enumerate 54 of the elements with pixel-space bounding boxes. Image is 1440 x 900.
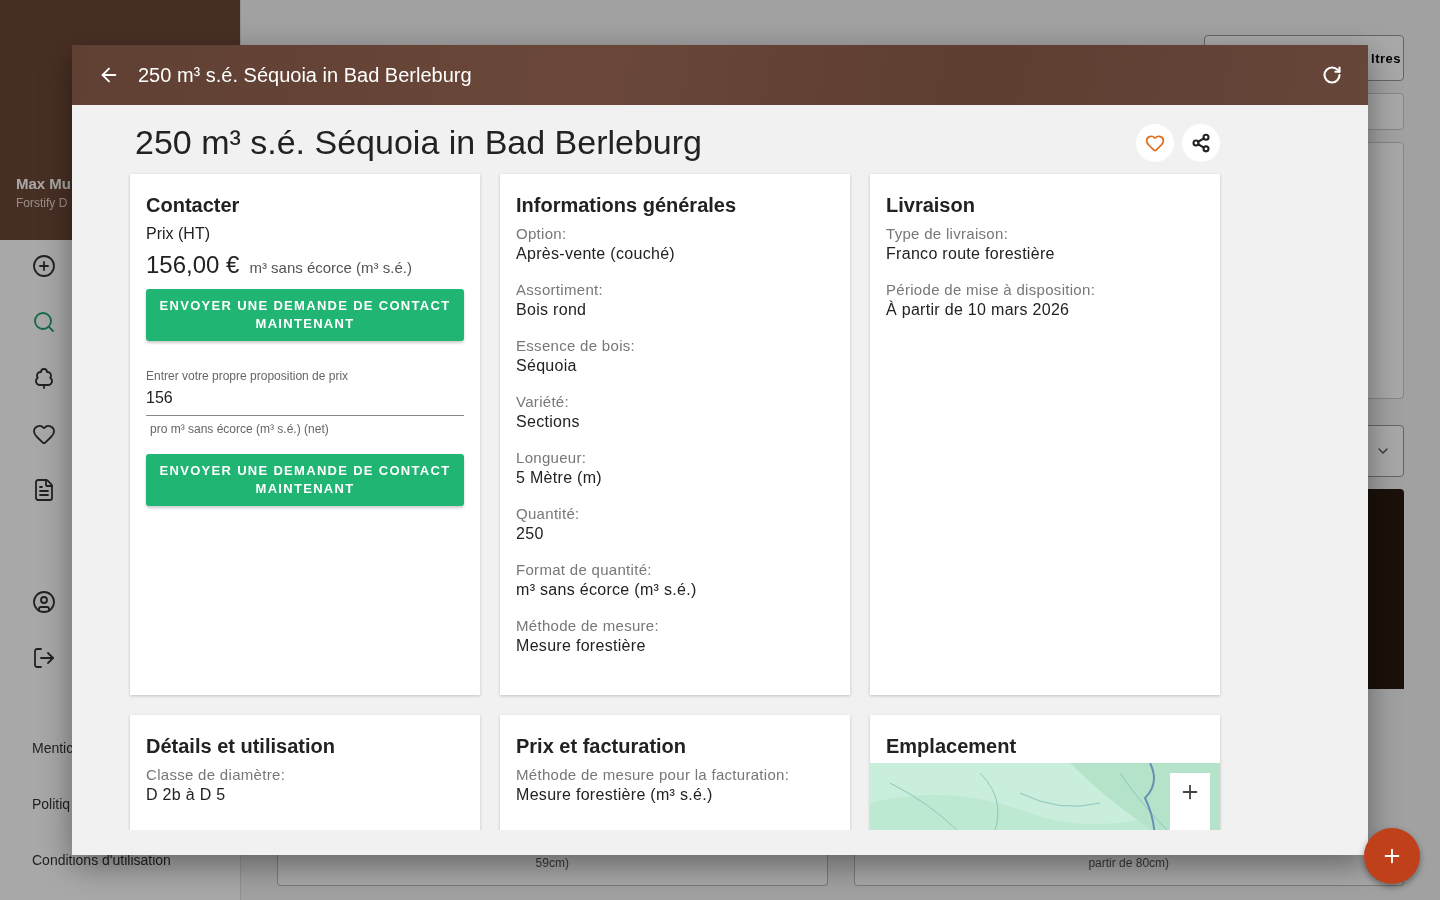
price-label: Prix (HT): [146, 225, 211, 243]
favorite-button[interactable]: [1136, 123, 1174, 162]
field-value: 250: [516, 525, 545, 543]
field-value: 5 Mètre (m): [516, 469, 603, 487]
card-title: Contacter: [146, 194, 241, 217]
field-helper: pro m³ sans écorce (m³ s.é.) (net): [150, 422, 330, 436]
share-button[interactable]: [1182, 123, 1220, 162]
card-title: Prix et facturation: [516, 735, 688, 758]
price: 156,00 €: [146, 251, 240, 279]
user-name: Max Mu: [16, 175, 71, 192]
card-title: Emplacement: [886, 735, 1018, 758]
zoom-in-button[interactable]: [1170, 773, 1210, 830]
field-value: Mesure forestière: [516, 637, 647, 655]
add-circle-icon[interactable]: [32, 254, 56, 278]
price-input[interactable]: 156: [146, 389, 464, 407]
field-label: Assortiment:: [516, 281, 604, 298]
field-value: Après-vente (couché): [516, 245, 676, 263]
add-button[interactable]: [1364, 828, 1420, 884]
field-label: Format de quantité:: [516, 561, 653, 578]
logout-icon[interactable]: [32, 646, 56, 670]
field-label: Type de livraison:: [886, 225, 1010, 242]
tree-icon[interactable]: [32, 366, 56, 390]
user-icon[interactable]: [32, 590, 56, 614]
card-title: Détails et utilisation: [146, 735, 336, 758]
listing-title: 250 m³ s.é. Séquoia in Bad Berleburg: [135, 123, 703, 162]
share-icon: [1191, 132, 1211, 153]
price-unit: m³ sans écorce (m³ s.é.): [249, 259, 412, 276]
field-label: Classe de diamètre:: [146, 766, 287, 783]
field-value: m³ sans écorce (m³ s.é.): [516, 581, 698, 599]
company-name: Forstify D: [16, 196, 68, 210]
heart-icon: [1145, 132, 1165, 153]
field-label: Longueur:: [516, 449, 588, 466]
field-label: Méthode de mesure:: [516, 617, 660, 634]
document-icon[interactable]: [32, 478, 56, 502]
field-label: Entrer votre propre proposition de prix: [146, 369, 350, 383]
refresh-button[interactable]: [1322, 65, 1342, 85]
field-value: Séquoia: [516, 357, 578, 375]
field-label: Période de mise à disposition:: [886, 281, 1097, 298]
field-label: Méthode de mesure pour la facturation:: [516, 766, 791, 783]
field-value: Mesure forestière (m³ s.é.): [516, 786, 714, 804]
field-label: Quantité:: [516, 505, 581, 522]
field-label: Essence de bois:: [516, 337, 637, 354]
search-icon[interactable]: [32, 310, 56, 334]
dialog-title: 250 m³ s.é. Séquoia in Bad Berleburg: [138, 63, 473, 87]
field-label: Variété:: [516, 393, 570, 410]
field-value: D 2b à D 5: [146, 786, 227, 804]
heart-icon[interactable]: [32, 422, 56, 446]
card-title: Informations générales: [516, 194, 738, 217]
field-label: Option:: [516, 225, 568, 242]
card-title: Livraison: [886, 194, 976, 217]
field-value: Bois rond: [516, 301, 588, 319]
field-value: À partir de 10 mars 2026: [886, 301, 1071, 319]
field-value: Sections: [516, 413, 581, 431]
field-value: Franco route forestière: [886, 245, 1056, 263]
